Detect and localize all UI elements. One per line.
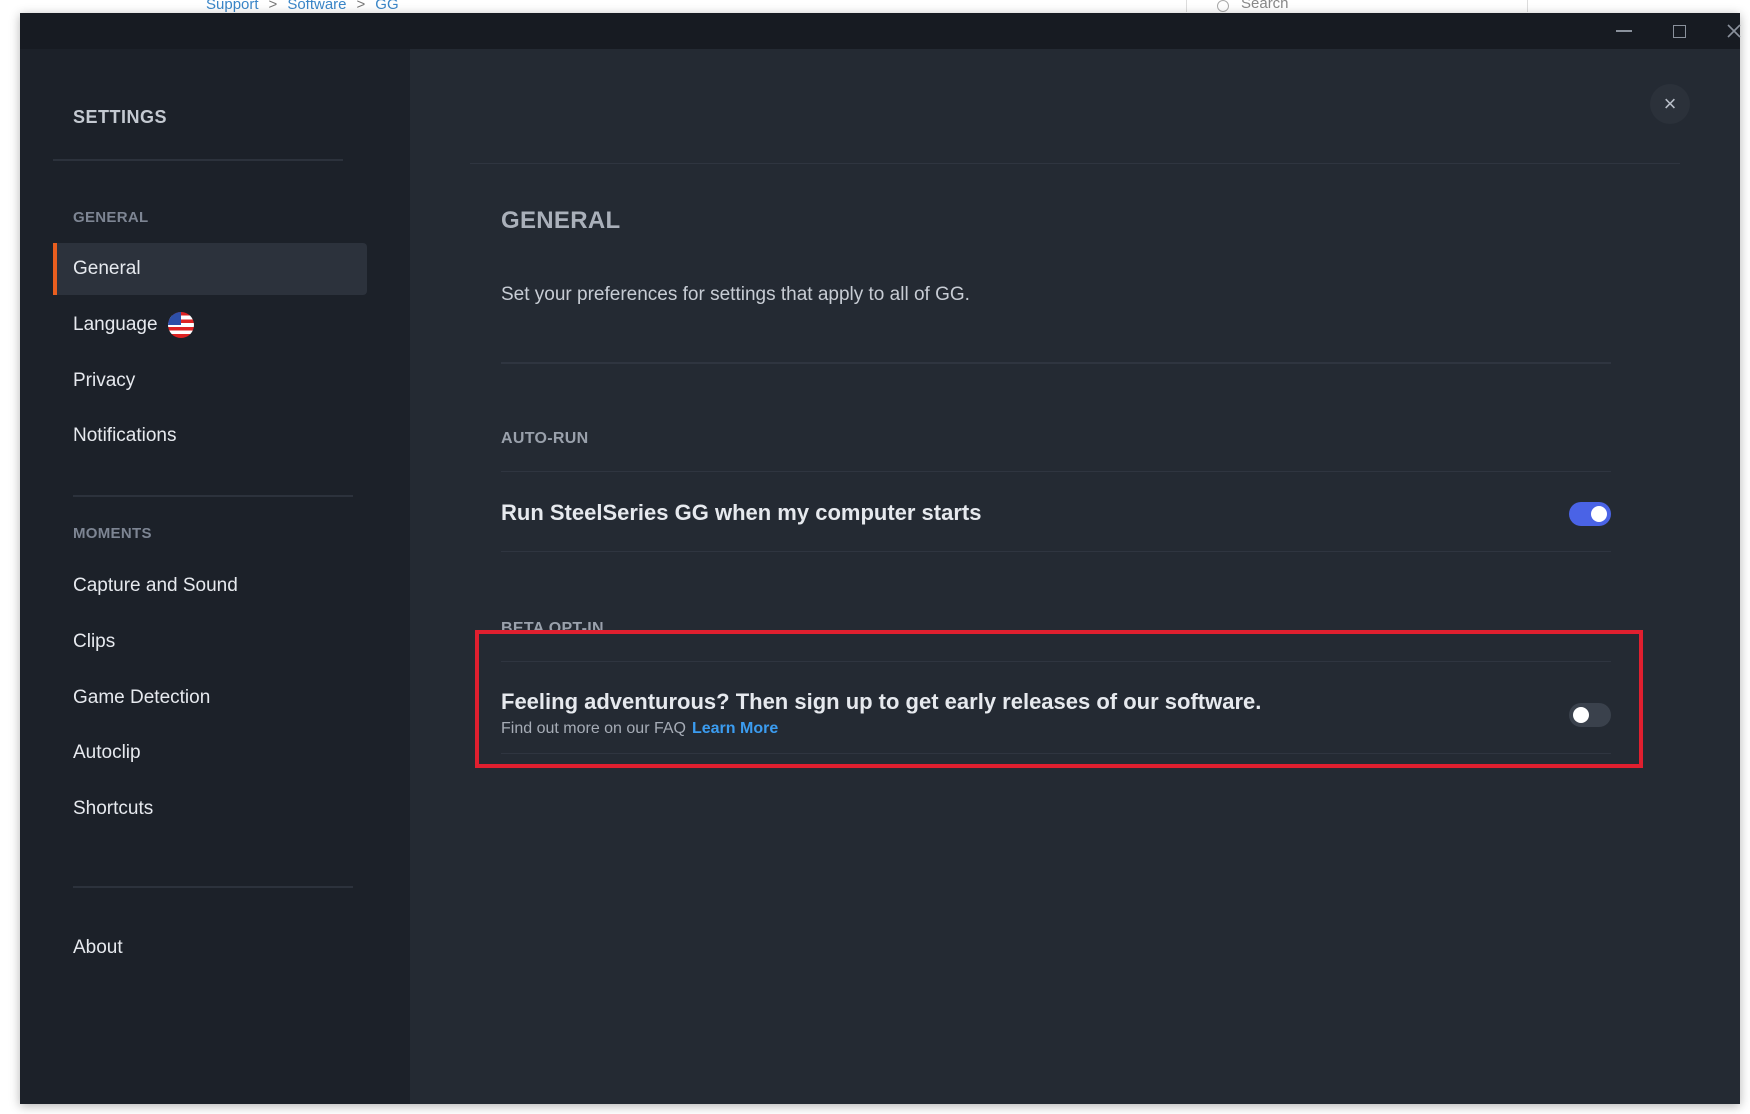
minimize-icon: [1616, 30, 1632, 32]
settings-sidebar: SETTINGS GENERAL General Language Privac…: [20, 49, 410, 1104]
section-divider: [501, 753, 1611, 754]
section-divider: [501, 661, 1611, 662]
sidebar-item-label: Shortcuts: [73, 798, 154, 819]
breadcrumb-software-link[interactable]: Software: [287, 0, 346, 13]
us-flag-icon: [167, 312, 194, 338]
sidebar-item-label: Autoclip: [73, 742, 141, 763]
sidebar-item-language[interactable]: Language: [53, 299, 367, 351]
beta-subtext: Find out more on our FAQ Learn More: [501, 720, 778, 738]
maximize-icon: [1672, 24, 1686, 38]
sidebar-item-privacy[interactable]: Privacy: [53, 355, 367, 407]
search-placeholder: Search: [1241, 0, 1289, 12]
sidebar-item-autoclip[interactable]: Autoclip: [53, 727, 367, 779]
sidebar-item-label: General: [73, 258, 141, 279]
app-window: SETTINGS GENERAL General Language Privac…: [20, 13, 1741, 1104]
close-icon: ×: [1663, 91, 1677, 116]
breadcrumb-support-link[interactable]: Support: [206, 0, 259, 13]
sidebar-item-game-detection[interactable]: Game Detection: [53, 672, 367, 724]
breadcrumb-gg-link[interactable]: GG: [375, 0, 398, 13]
close-settings-button[interactable]: ×: [1650, 84, 1690, 124]
window-close-button[interactable]: [1712, 13, 1750, 49]
title-bar[interactable]: [20, 13, 1741, 49]
sidebar-item-label: Language: [73, 314, 158, 335]
search-icon: [1217, 0, 1229, 12]
beta-faq-text: Find out more on our FAQ: [501, 720, 686, 737]
sidebar-divider: [73, 495, 353, 497]
sidebar-item-about[interactable]: About: [53, 922, 367, 974]
toggle-knob: [1573, 707, 1589, 723]
breadcrumb-separator: >: [268, 0, 278, 13]
settings-content: × GENERAL Set your preferences for setti…: [410, 49, 1740, 1104]
sidebar-section-general: GENERAL: [73, 209, 149, 226]
sidebar-item-clips[interactable]: Clips: [53, 616, 367, 668]
minimize-button[interactable]: [1602, 13, 1646, 49]
sidebar-item-label: Privacy: [73, 370, 136, 391]
background-search-input[interactable]: Search: [1186, 0, 1528, 12]
sidebar-item-capture-and-sound[interactable]: Capture and Sound: [53, 560, 367, 612]
learn-more-link[interactable]: Learn More: [692, 720, 778, 737]
page-title: GENERAL: [501, 207, 621, 234]
auto-run-setting-label: Run SteelSeries GG when my computer star…: [501, 500, 982, 525]
sidebar-divider: [73, 886, 353, 888]
sidebar-item-notifications[interactable]: Notifications: [53, 410, 367, 462]
breadcrumb-separator: >: [356, 0, 366, 13]
auto-run-toggle[interactable]: [1569, 502, 1611, 526]
description-divider: [501, 362, 1611, 364]
beta-opt-in-toggle[interactable]: [1569, 703, 1611, 727]
sidebar-item-general[interactable]: General: [53, 243, 367, 295]
close-icon: [1727, 24, 1741, 38]
sidebar-item-label: Game Detection: [73, 687, 211, 708]
page-description: Set your preferences for settings that a…: [501, 284, 970, 305]
sidebar-item-label: About: [73, 937, 123, 958]
sidebar-title: SETTINGS: [73, 107, 168, 127]
sidebar-item-shortcuts[interactable]: Shortcuts: [53, 783, 367, 835]
sidebar-item-label: Clips: [73, 631, 116, 652]
sidebar-item-label: Notifications: [73, 425, 177, 446]
background-breadcrumb: Support > Software > GG: [206, 0, 399, 13]
header-divider: [470, 163, 1680, 164]
sidebar-section-moments: MOMENTS: [73, 525, 152, 542]
sidebar-item-label: Capture and Sound: [73, 575, 238, 596]
beta-section-label: BETA OPT-IN: [501, 620, 604, 637]
section-divider: [501, 551, 1611, 552]
section-divider: [501, 471, 1611, 472]
maximize-button[interactable]: [1657, 13, 1701, 49]
toggle-knob: [1591, 506, 1607, 522]
beta-setting-label: Feeling adventurous? Then sign up to get…: [501, 689, 1262, 714]
auto-run-section-label: AUTO-RUN: [501, 430, 589, 447]
sidebar-divider: [53, 159, 343, 161]
